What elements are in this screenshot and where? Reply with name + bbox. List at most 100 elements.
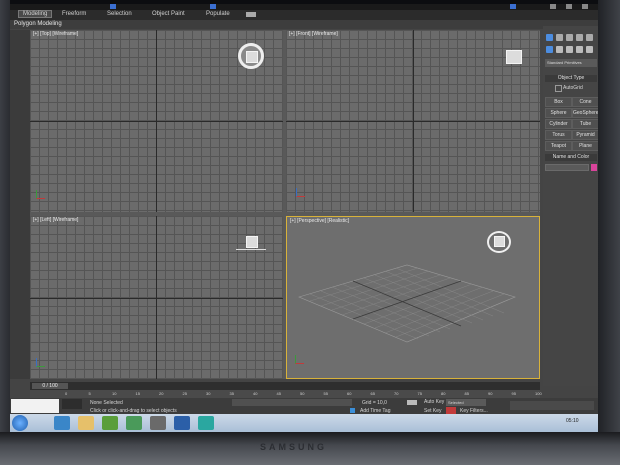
ribbon-options-icon[interactable] [246,12,256,17]
tab-populate[interactable]: Populate [206,11,230,17]
teapot-button[interactable]: Teapot [545,141,572,151]
tab-modeling[interactable]: Modeling [18,10,53,18]
viewcube-icon[interactable] [246,236,258,248]
timeline-tick-label: 85 [464,391,469,396]
modify-tab-icon[interactable] [556,34,563,41]
timeline-tick-label: 90 [488,391,493,396]
shapes-icon[interactable] [556,46,563,53]
toolbar-icon[interactable] [582,4,588,9]
tube-button[interactable]: Tube [572,119,598,129]
timeline-tick-label: 25 [182,391,187,396]
axis-tripod-icon [36,358,45,367]
taskbar-explorer-icon[interactable] [78,416,94,430]
toolbar-icon[interactable] [510,4,516,9]
primitives-dropdown[interactable]: Standard Primitives [545,59,597,67]
viewport-front-label[interactable]: [+] [Front] [Wireframe] [289,31,338,37]
timeline-track[interactable]: 0 5 10 15 20 25 30 35 40 45 50 55 60 65 70 75 80 85 90 95 10… [30,390,542,398]
object-name-input[interactable] [545,164,589,171]
cylinder-button[interactable]: Cylinder [545,119,572,129]
display-tab-icon[interactable] [586,34,593,41]
axis-tripod-icon [36,190,45,199]
viewport-top-label[interactable]: [+] [Top] [Wireframe] [33,31,78,37]
taskbar-chrome-icon[interactable] [102,416,118,430]
auto-key-button[interactable]: Auto Key [424,399,444,405]
geosphere-button[interactable]: GeoSphere [572,108,598,118]
viewport-left-label[interactable]: [+] [Left] [Wireframe] [33,217,78,223]
taskbar-clock[interactable]: 05:10 [566,418,579,424]
grid-axis [286,121,540,122]
coordinate-fields[interactable] [232,399,352,406]
taskbar-app-icon[interactable] [150,416,166,430]
key-icon[interactable] [407,400,417,405]
tab-selection[interactable]: Selection [107,11,132,17]
selection-status: None Selected [90,400,123,406]
axis-tripod-icon [296,188,305,197]
toolbar-icon[interactable] [210,4,216,9]
timeline-tick-label: 35 [229,391,234,396]
grid-axis [30,298,283,299]
viewcube-icon[interactable] [494,236,505,247]
pyramid-button[interactable]: Pyramid [572,130,598,140]
viewport-perspective[interactable]: [+] [Perspective] [Realistic] [286,216,540,379]
autogrid-checkbox[interactable] [555,85,562,92]
timeline-tick-label: 40 [253,391,258,396]
timeline-tick-label: 95 [511,391,516,396]
autogrid-label: AutoGrid [563,85,583,91]
viewcube-compass-icon[interactable] [487,231,511,253]
timeline-tick-label: 75 [417,391,422,396]
timeline-tick-label: 100 [535,391,542,396]
toolbar-icon[interactable] [110,4,116,9]
maxscript-mini-listener[interactable] [62,399,82,409]
time-slider-thumb[interactable]: 0 / 100 [32,383,68,389]
maxscript-listener[interactable] [11,399,59,413]
monitor-bezel-left [0,0,10,432]
object-color-swatch[interactable] [591,164,597,171]
viewport-front[interactable]: [+] [Front] [Wireframe] [286,30,540,212]
selected-dropdown[interactable]: Selected [446,399,486,406]
timeline-tick-label: 55 [323,391,328,396]
viewcube-icon[interactable] [506,50,522,64]
timeline-tick-label: 30 [206,391,211,396]
tab-object-paint[interactable]: Object Paint [152,11,185,17]
viewcube-compass-icon[interactable] [238,43,264,69]
create-tab-icon[interactable] [546,34,553,41]
plane-button[interactable]: Plane [572,141,598,151]
hierarchy-tab-icon[interactable] [566,34,573,41]
cone-button[interactable]: Cone [572,97,598,107]
torus-button[interactable]: Torus [545,130,572,140]
object-type-header[interactable]: Object Type [545,75,597,82]
sphere-button[interactable]: Sphere [545,108,572,118]
start-button-icon[interactable] [12,415,28,431]
set-key-icon[interactable] [446,407,456,414]
timeline-tick-label: 5 [88,391,91,396]
timeline-tick-label: 50 [300,391,305,396]
timeline-tick-label: 45 [276,391,281,396]
motion-tab-icon[interactable] [576,34,583,41]
taskbar-3dsmax-icon[interactable] [198,416,214,430]
cameras-icon[interactable] [576,46,583,53]
timeline-tick-label: 60 [347,391,352,396]
viewport-left[interactable]: [+] [Left] [Wireframe] [30,216,283,379]
viewcube-icon[interactable] [246,51,258,63]
time-slider[interactable]: 0 / 100 [30,382,540,390]
box-button[interactable]: Box [545,97,572,107]
monitor-bezel-right [598,0,620,432]
timeline-tick-label: 10 [112,391,117,396]
left-toolbar [10,30,30,379]
tab-freeform[interactable]: Freeform [62,11,86,17]
helpers-icon[interactable] [586,46,593,53]
toolbar-icon[interactable] [550,4,556,9]
ribbon-panel-label: Polygon Modeling [10,20,598,29]
taskbar-ie-icon[interactable] [54,416,70,430]
toolbar-icon[interactable] [566,4,572,9]
viewport-top[interactable]: [+] [Top] [Wireframe] [30,30,283,212]
name-color-header[interactable]: Name and Color [545,154,597,161]
taskbar-word-icon[interactable] [174,416,190,430]
time-tag-icon[interactable] [350,408,355,413]
taskbar-app-icon[interactable] [126,416,142,430]
lights-icon[interactable] [566,46,573,53]
timeline-tick-label: 70 [394,391,399,396]
windows-taskbar: 05:10 [10,414,598,432]
playback-controls[interactable] [510,401,594,410]
geometry-icon[interactable] [546,46,553,53]
